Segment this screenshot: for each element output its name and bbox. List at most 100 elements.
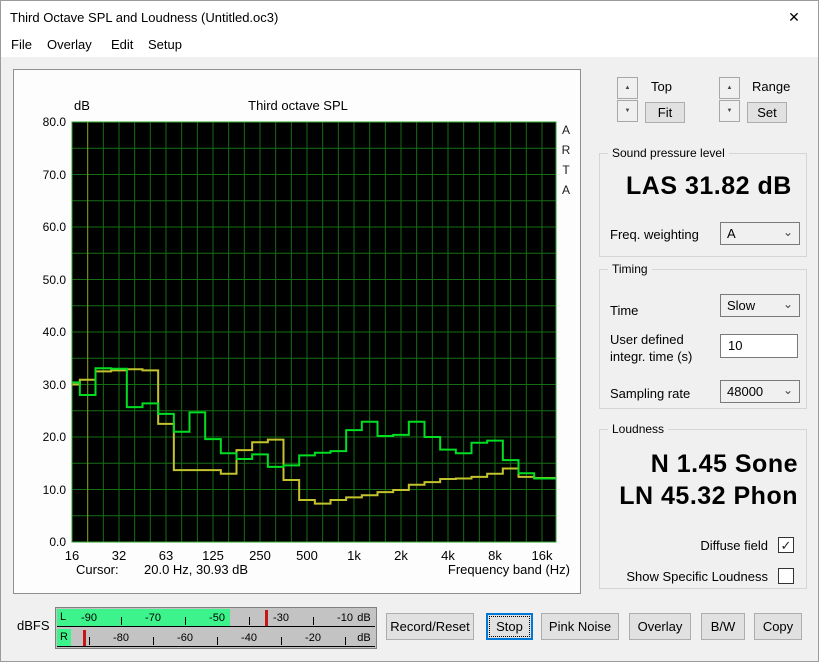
y-tick-label: 80.0: [42, 115, 66, 129]
dbfs-label: dBFS: [17, 618, 50, 633]
freq-weighting-label: Freq. weighting: [610, 227, 699, 242]
timing-group: Timing Time Slow ⌄ User defined integr. …: [599, 262, 807, 409]
sampling-rate-select[interactable]: 48000 ⌄: [720, 380, 800, 403]
meter-scale-label: -50: [209, 612, 225, 624]
x-tick-label: 16: [64, 548, 80, 563]
menu-setup[interactable]: Setup: [144, 36, 186, 53]
range-up-spinner[interactable]: ▲: [719, 77, 740, 99]
title-bar: Third Octave SPL and Loudness (Untitled.…: [1, 1, 818, 33]
time-label: Time: [610, 303, 639, 318]
y-tick-label: 20.0: [42, 430, 66, 444]
y-tick-label: 10.0: [42, 482, 66, 497]
integr-time-label-line1: User defined: [610, 332, 684, 347]
meter-scale-label: -10: [337, 612, 353, 624]
timing-group-title: Timing: [608, 262, 652, 276]
x-tick-label: 32: [111, 548, 127, 563]
integr-time-input[interactable]: 10: [720, 334, 798, 358]
x-tick-label: 16k: [531, 548, 553, 563]
show-specific-loudness-label: Show Specific Loudness: [626, 569, 768, 584]
x-tick-label: 2k: [394, 548, 408, 563]
y-tick-label: 60.0: [42, 220, 66, 234]
level-meter: L -90 -70 -50 -30 -10 dB R -80 -60 -40 -20 dB: [55, 607, 377, 649]
chart-panel: dB Third octave SPL 80.0 70.0 60.0 50.0 40.0…: [13, 69, 581, 594]
y-tick-label: 0.0: [49, 535, 66, 549]
time-value: Slow: [727, 298, 756, 313]
meter-tick: [185, 617, 186, 625]
meter-peak-marker: [265, 610, 268, 626]
meter-tick: [121, 617, 122, 625]
top-up-spinner[interactable]: ▲: [617, 77, 638, 99]
meter-scale-label: -40: [241, 632, 257, 644]
spl-group: Sound pressure level LAS 31.82 dB Freq. …: [599, 146, 807, 257]
menu-edit[interactable]: Edit: [107, 36, 137, 53]
diffuse-field-label: Diffuse field: [700, 538, 768, 553]
sampling-rate-value: 48000: [727, 384, 764, 399]
meter-channel-label: L: [57, 609, 71, 627]
range-down-spinner[interactable]: ▼: [719, 100, 740, 122]
diffuse-field-checkbox[interactable]: ✓: [778, 537, 794, 553]
meter-scale-label: -80: [113, 632, 129, 644]
integr-time-label-line2: integr. time (s): [610, 349, 693, 364]
meter-tick: [153, 637, 154, 645]
meter-tick: [89, 637, 90, 645]
x-tick-label: 63: [158, 548, 174, 563]
chevron-down-icon: ⌄: [782, 297, 793, 311]
meter-scale-label: -20: [305, 632, 321, 644]
meter-unit-label: dB: [357, 612, 371, 624]
menu-overlay[interactable]: Overlay: [43, 36, 96, 53]
x-tick-label: 8k: [488, 548, 502, 563]
cursor-label: Cursor:: [76, 562, 119, 577]
chevron-down-icon: ⌄: [782, 383, 793, 397]
meter-scale-label: -70: [145, 612, 161, 624]
loudness-phon-value: LN 45.32 Phon: [619, 482, 798, 510]
third-octave-chart[interactable]: [14, 70, 582, 595]
meter-tick: [217, 637, 218, 645]
meter-unit-label: dB: [357, 632, 371, 644]
meter-scale-label: -90: [81, 612, 97, 624]
meter-row-r: R -80 -60 -40 -20 dB: [57, 629, 375, 647]
y-tick-label: 70.0: [42, 167, 66, 182]
range-label: Range: [752, 79, 791, 94]
meter-tick: [249, 617, 250, 625]
sampling-rate-label: Sampling rate: [610, 386, 691, 401]
meter-tick: [345, 637, 346, 645]
top-down-spinner[interactable]: ▼: [617, 100, 638, 122]
meter-tick: [313, 617, 314, 625]
show-specific-loudness-checkbox[interactable]: [778, 568, 794, 584]
meter-scale-label: -30: [273, 612, 289, 624]
close-icon[interactable]: ✕: [780, 7, 808, 27]
x-tick-label: 250: [249, 548, 271, 563]
arta-watermark: ARTA: [561, 123, 571, 197]
loudness-group: Loudness N 1.45 Sone LN 45.32 Phon Diffu…: [599, 422, 807, 589]
freq-weighting-select[interactable]: A ⌄: [720, 222, 800, 245]
chart-x-label: Frequency band (Hz): [447, 562, 570, 577]
fit-button[interactable]: Fit: [645, 102, 685, 123]
time-select[interactable]: Slow ⌄: [720, 294, 800, 317]
chart-title: Third octave SPL: [248, 98, 348, 113]
cursor-readout: 20.0 Hz, 30.93 dB: [144, 562, 249, 577]
x-tick-label: 4k: [441, 548, 455, 563]
spl-group-title: Sound pressure level: [608, 146, 729, 160]
menu-file[interactable]: File: [7, 36, 36, 53]
freq-weighting-value: A: [727, 226, 736, 241]
overlay-button[interactable]: Overlay: [629, 613, 691, 640]
x-tick-label: 125: [202, 548, 224, 563]
meter-peak-marker: [82, 630, 86, 646]
pink-noise-button[interactable]: Pink Noise: [541, 613, 619, 640]
loudness-group-title: Loudness: [608, 422, 669, 436]
meter-scale-label: -60: [177, 632, 193, 644]
x-tick-label: 1k: [347, 548, 361, 563]
copy-button[interactable]: Copy: [754, 613, 802, 640]
y-tick-label: 50.0: [42, 272, 66, 287]
meter-row-l: L -90 -70 -50 -30 -10 dB: [57, 609, 375, 627]
meter-channel-label: R: [57, 629, 71, 647]
record-reset-button[interactable]: Record/Reset: [386, 613, 474, 640]
window-title: Third Octave SPL and Loudness (Untitled.…: [10, 10, 279, 25]
app-window: Third Octave SPL and Loudness (Untitled.…: [0, 0, 819, 662]
menu-bar: File Overlay Edit Setup: [1, 33, 818, 57]
stop-button[interactable]: Stop: [486, 613, 533, 640]
y-tick-label: 30.0: [42, 377, 66, 392]
bw-button[interactable]: B/W: [701, 613, 745, 640]
loudness-sone-value: N 1.45 Sone: [650, 450, 798, 478]
set-button[interactable]: Set: [747, 102, 787, 123]
